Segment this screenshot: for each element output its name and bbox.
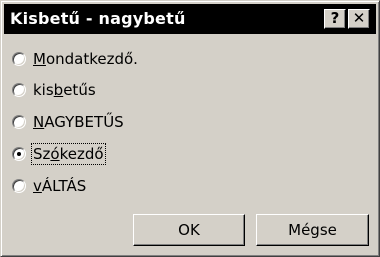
option-uppercase[interactable]: NAGYBETŰS — [12, 110, 125, 134]
help-button[interactable]: ? — [324, 9, 346, 29]
option-label: vÁLTÁS — [33, 177, 87, 195]
title-bar[interactable]: Kisbetű - nagybetű ? ✕ — [4, 4, 376, 34]
option-lowercase[interactable]: kisbetűs — [12, 78, 97, 102]
option-sentence-case[interactable]: Mondatkezdő. — [12, 47, 139, 71]
radio-title-case[interactable] — [12, 147, 26, 161]
option-title-case[interactable]: Szókezdő — [12, 142, 106, 166]
change-case-dialog: Kisbetű - nagybetű ? ✕ Mondatkezdő. kisb… — [0, 0, 380, 257]
radio-sentence-case[interactable] — [12, 52, 26, 66]
option-label: NAGYBETŰS — [33, 113, 124, 131]
close-button[interactable]: ✕ — [348, 9, 370, 29]
radio-toggle-case[interactable] — [12, 179, 26, 193]
option-label: kisbetűs — [33, 81, 96, 99]
dialog-title: Kisbetű - nagybetű — [10, 9, 186, 28]
radio-dot-icon — [17, 152, 21, 156]
option-label: Szókezdő — [31, 143, 106, 165]
option-label: Mondatkezdő. — [33, 50, 138, 68]
radio-lowercase[interactable] — [12, 83, 26, 97]
radio-uppercase[interactable] — [12, 115, 26, 129]
close-icon: ✕ — [352, 9, 366, 27]
cancel-button[interactable]: Mégse — [256, 214, 369, 246]
ok-button[interactable]: OK — [133, 214, 245, 246]
help-icon: ? — [330, 9, 340, 27]
option-toggle-case[interactable]: vÁLTÁS — [12, 174, 87, 198]
